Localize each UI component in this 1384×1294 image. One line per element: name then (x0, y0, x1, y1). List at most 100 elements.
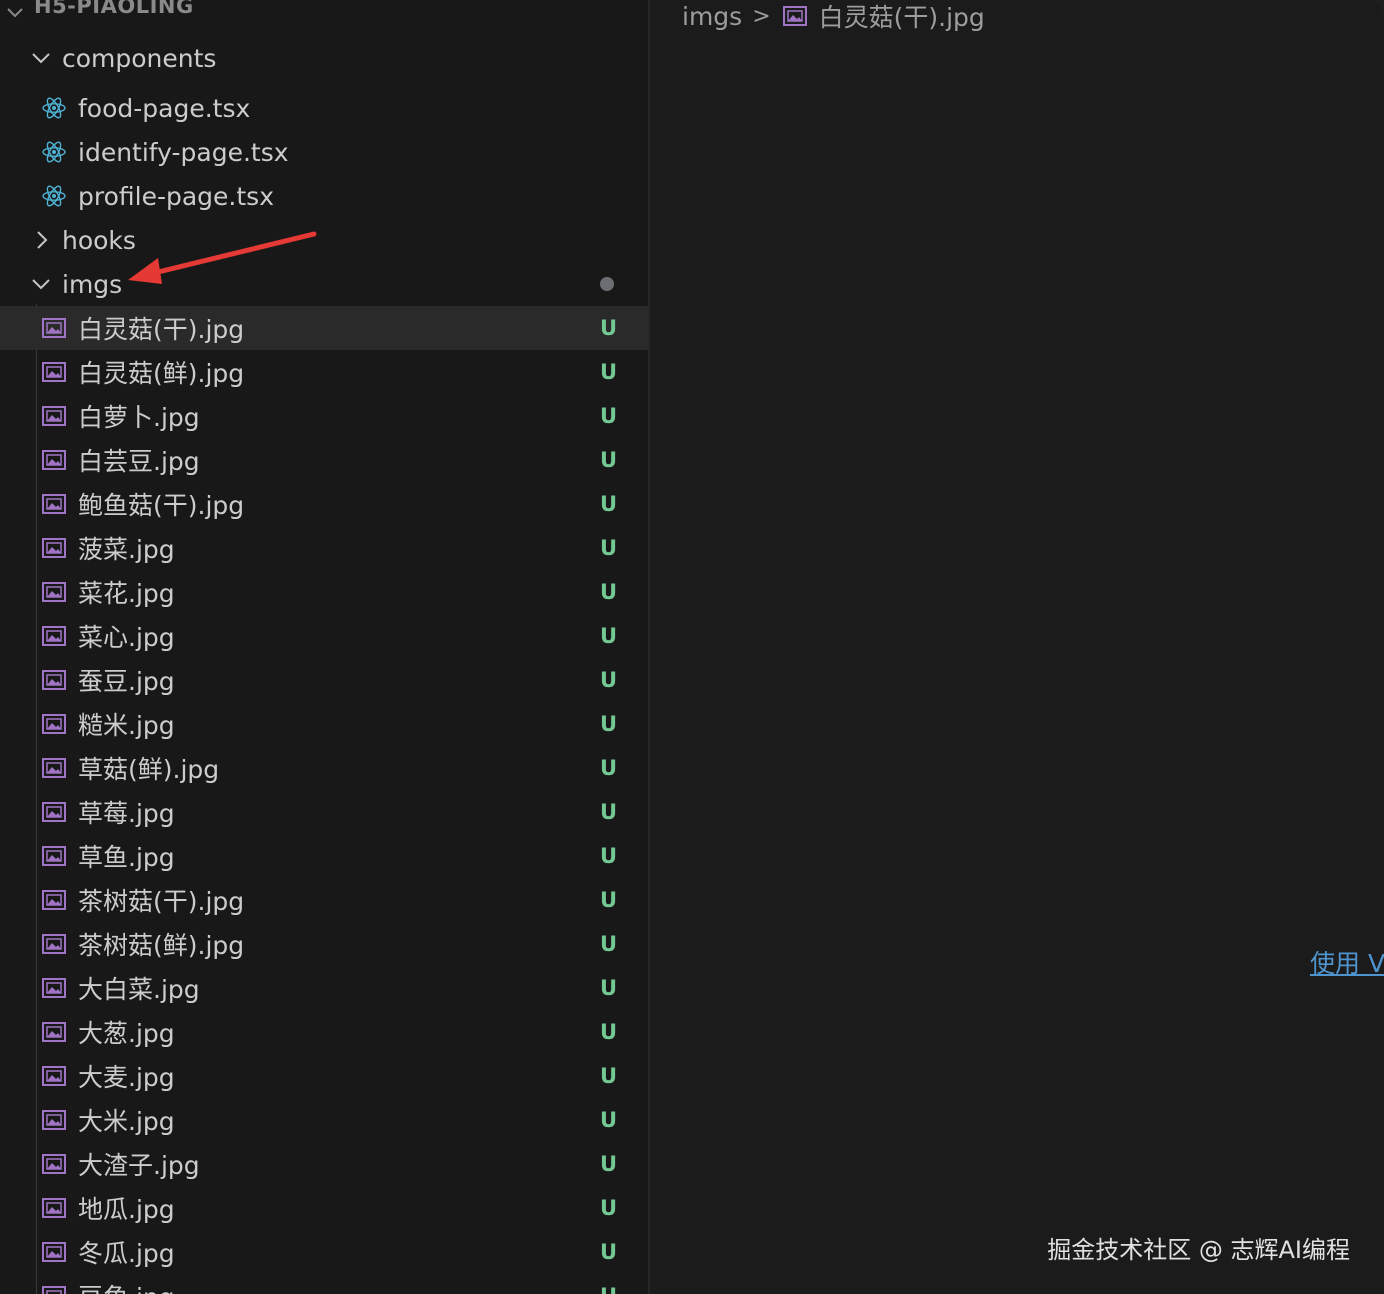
git-status-badge: U (600, 492, 618, 516)
git-status-badge: U (600, 624, 618, 648)
image-file-icon (40, 490, 68, 518)
file-name: 菜花.jpg (78, 579, 175, 608)
file-name: 大白菜.jpg (78, 975, 200, 1004)
image-file-icon (40, 1150, 68, 1178)
react-icon (40, 182, 68, 210)
file-row[interactable]: 地瓜.jpg U (0, 1186, 648, 1230)
image-file-icon (781, 2, 809, 30)
file-name: 地瓜.jpg (78, 1195, 175, 1224)
file-name: 鲍鱼菇(干).jpg (78, 491, 245, 520)
file-row[interactable]: 豆角.jpg U (0, 1274, 648, 1294)
git-status-badge: U (600, 1240, 618, 1264)
git-status-badge: U (600, 1152, 618, 1176)
chevron-down-icon (28, 271, 54, 297)
chevron-down-icon (28, 45, 54, 71)
file-name: 豆角.jpg (78, 1278, 175, 1294)
file-row[interactable]: 茶树菇(鲜).jpg U (0, 922, 648, 966)
open-with-link[interactable]: 使用 V (1310, 944, 1384, 980)
file-row[interactable]: identify-page.tsx (0, 130, 648, 174)
git-status-badge: U (600, 1108, 618, 1132)
file-name: 冬瓜.jpg (78, 1239, 175, 1268)
file-row[interactable]: 菠菜.jpg U (0, 526, 648, 570)
image-file-icon (40, 578, 68, 606)
git-status-badge: U (600, 404, 618, 428)
file-name: 菜心.jpg (78, 623, 175, 652)
file-name: 草菇(鲜).jpg (78, 755, 220, 784)
file-row[interactable]: 冬瓜.jpg U (0, 1230, 648, 1274)
file-row[interactable]: 白萝卜.jpg U (0, 394, 648, 438)
breadcrumb-file[interactable]: 白灵菇(干).jpg (819, 0, 985, 34)
git-status-badge: U (600, 1064, 618, 1088)
folder-imgs[interactable]: imgs (0, 262, 648, 306)
file-name: food-page.tsx (78, 93, 251, 123)
image-file-icon (40, 842, 68, 870)
file-row[interactable]: 大葱.jpg U (0, 1010, 648, 1054)
editor-area: imgs > 白灵菇(干).jpg 使用 V 掘金技术社区 @ 志辉AI编程 (650, 0, 1384, 1294)
git-status-badge: U (600, 976, 618, 1000)
file-name: 蚕豆.jpg (78, 667, 175, 696)
explorer-root-label: H5-PIAOLING (34, 0, 194, 18)
file-name: 白萝卜.jpg (78, 403, 200, 432)
file-row[interactable]: 大渣子.jpg U (0, 1142, 648, 1186)
image-file-icon (40, 402, 68, 430)
folder-label: components (62, 43, 217, 73)
folder-components[interactable]: components (0, 36, 648, 80)
file-row[interactable]: 草莓.jpg U (0, 790, 648, 834)
file-row[interactable]: 蚕豆.jpg U (0, 658, 648, 702)
git-status-badge: U (600, 580, 618, 604)
git-status-badge: U (600, 536, 618, 560)
file-row[interactable]: 白灵菇(鲜).jpg U (0, 350, 648, 394)
react-icon (40, 138, 68, 166)
image-file-icon (40, 710, 68, 738)
git-status-badge: U (600, 844, 618, 868)
image-file-icon (40, 1238, 68, 1266)
image-file-icon (40, 930, 68, 958)
git-status-badge: U (600, 668, 618, 692)
image-file-icon (40, 798, 68, 826)
image-file-icon (40, 446, 68, 474)
file-row[interactable]: 菜心.jpg U (0, 614, 648, 658)
file-name: 大葱.jpg (78, 1019, 175, 1048)
file-row[interactable]: 糙米.jpg U (0, 702, 648, 746)
file-row[interactable]: 白灵菇(干).jpg U (0, 306, 648, 350)
git-status-badge: U (600, 1020, 618, 1044)
file-name: 大麦.jpg (78, 1063, 175, 1092)
file-name: 茶树菇(鲜).jpg (78, 931, 245, 960)
explorer-root-header[interactable]: H5-PIAOLING (0, 0, 648, 30)
chevron-right-icon (28, 227, 54, 253)
file-row[interactable]: 草鱼.jpg U (0, 834, 648, 878)
image-file-icon (40, 974, 68, 1002)
file-row[interactable]: 鲍鱼菇(干).jpg U (0, 482, 648, 526)
file-row[interactable]: profile-page.tsx (0, 174, 648, 218)
file-name: 白芸豆.jpg (78, 447, 200, 476)
git-status-badge: U (600, 888, 618, 912)
file-name: identify-page.tsx (78, 137, 289, 167)
explorer-sidebar: H5-PIAOLING components food-page.tsx iden… (0, 0, 650, 1294)
image-file-icon (40, 1194, 68, 1222)
git-status-badge: U (600, 712, 618, 736)
git-status-badge: U (600, 1284, 617, 1294)
folder-label: imgs (62, 269, 123, 299)
image-file-icon (40, 534, 68, 562)
file-name: 大渣子.jpg (78, 1151, 200, 1180)
git-status-badge: U (600, 1196, 618, 1220)
git-status-badge: U (600, 448, 618, 472)
file-name: 白灵菇(干).jpg (78, 315, 245, 344)
file-name: 草鱼.jpg (78, 843, 175, 872)
file-row[interactable]: 大白菜.jpg U (0, 966, 648, 1010)
file-name: 草莓.jpg (78, 799, 175, 828)
file-row[interactable]: 白芸豆.jpg U (0, 438, 648, 482)
file-row[interactable]: 菜花.jpg U (0, 570, 648, 614)
file-row[interactable]: 草菇(鲜).jpg U (0, 746, 648, 790)
breadcrumb-folder[interactable]: imgs (682, 2, 742, 31)
file-row[interactable]: 大麦.jpg U (0, 1054, 648, 1098)
file-row[interactable]: food-page.tsx (0, 86, 648, 130)
git-status-badge: U (600, 360, 618, 384)
folder-hooks[interactable]: hooks (0, 218, 648, 262)
chevron-down-icon (4, 2, 26, 28)
image-file-icon (40, 1062, 68, 1090)
file-name: profile-page.tsx (78, 181, 274, 211)
file-row[interactable]: 茶树菇(干).jpg U (0, 878, 648, 922)
file-row[interactable]: 大米.jpg U (0, 1098, 648, 1142)
image-file-icon (40, 622, 68, 650)
